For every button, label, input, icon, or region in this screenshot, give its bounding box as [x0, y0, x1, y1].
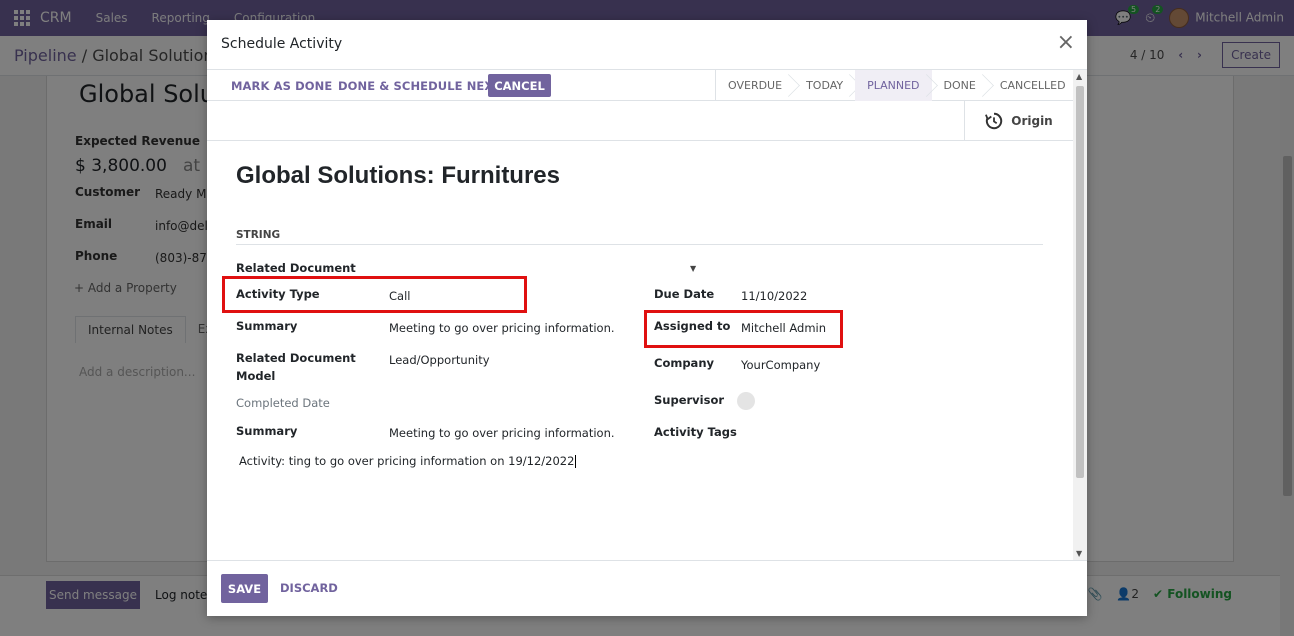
summary-label: Summary: [236, 319, 298, 333]
mark-as-done-button[interactable]: MARK AS DONE: [231, 79, 332, 93]
origin-button[interactable]: Origin: [964, 101, 1073, 140]
modal-header: Schedule Activity ×: [207, 20, 1087, 70]
stage-cancelled[interactable]: CANCELLED: [988, 70, 1073, 101]
supervisor-avatar[interactable]: [737, 392, 755, 410]
activity-tags-label: Activity Tags: [654, 425, 737, 439]
completed-date-label: Completed Date: [236, 396, 330, 410]
scroll-down-icon[interactable]: ▼: [1076, 549, 1082, 558]
activity-note-field[interactable]: Activity: ting to go over pricing inform…: [239, 454, 577, 468]
related-model-label-line2: Model: [236, 369, 276, 383]
supervisor-label: Supervisor: [654, 393, 725, 407]
chevron-down-icon[interactable]: ▼: [690, 264, 696, 273]
text-cursor: [575, 455, 577, 468]
summary2-field[interactable]: Meeting to go over pricing information.: [389, 424, 615, 442]
related-document-label: Related Document: [236, 261, 356, 275]
discard-button[interactable]: DISCARD: [280, 581, 338, 595]
company-field[interactable]: YourCompany: [741, 356, 820, 374]
company-label: Company: [654, 356, 714, 370]
modal-footer: SAVE DISCARD: [207, 560, 1087, 616]
modal-title: Schedule Activity: [221, 36, 343, 52]
save-button[interactable]: SAVE: [221, 574, 268, 603]
modal-scrollbar[interactable]: ▲ ▼: [1073, 70, 1087, 560]
due-date-label: Due Date: [654, 287, 715, 301]
scroll-up-icon[interactable]: ▲: [1076, 72, 1082, 81]
statusbar: MARK AS DONE DONE & SCHEDULE NEXT CANCEL…: [207, 70, 1073, 101]
summary-field[interactable]: Meeting to go over pricing information.: [389, 319, 615, 337]
due-date-field[interactable]: 11/10/2022: [741, 287, 807, 305]
stage-today[interactable]: TODAY: [794, 70, 855, 101]
highlight-activity-type: [222, 276, 527, 313]
group-separator-line: [236, 244, 1043, 245]
cancel-button[interactable]: CANCEL: [488, 74, 551, 97]
related-model-label: Related Document: [236, 351, 356, 365]
stage-pipeline: OVERDUE TODAY PLANNED DONE CANCELLED: [715, 70, 1073, 101]
stage-done[interactable]: DONE: [932, 70, 988, 101]
group-separator-label: STRING: [236, 229, 281, 241]
close-icon[interactable]: ×: [1057, 32, 1075, 54]
modal-scrollbar-thumb[interactable]: [1076, 86, 1084, 478]
highlight-assigned-to: [644, 310, 843, 348]
button-box: Origin: [207, 101, 1073, 141]
origin-label: Origin: [1011, 113, 1053, 128]
activity-document-title: Global Solutions: Furnitures: [236, 162, 560, 189]
summary2-label: Summary: [236, 424, 298, 438]
related-model-value: Lead/Opportunity: [389, 353, 490, 367]
activity-note-text: Activity: ting to go over pricing inform…: [239, 454, 575, 468]
stage-overdue[interactable]: OVERDUE: [716, 70, 794, 101]
schedule-activity-dialog: Schedule Activity × MARK AS DONE DONE & …: [207, 20, 1087, 616]
stage-planned[interactable]: PLANNED: [855, 70, 932, 101]
done-schedule-next-button[interactable]: DONE & SCHEDULE NEXT: [338, 79, 501, 93]
modal-body: MARK AS DONE DONE & SCHEDULE NEXT CANCEL…: [207, 70, 1073, 560]
history-icon: [985, 112, 1003, 129]
